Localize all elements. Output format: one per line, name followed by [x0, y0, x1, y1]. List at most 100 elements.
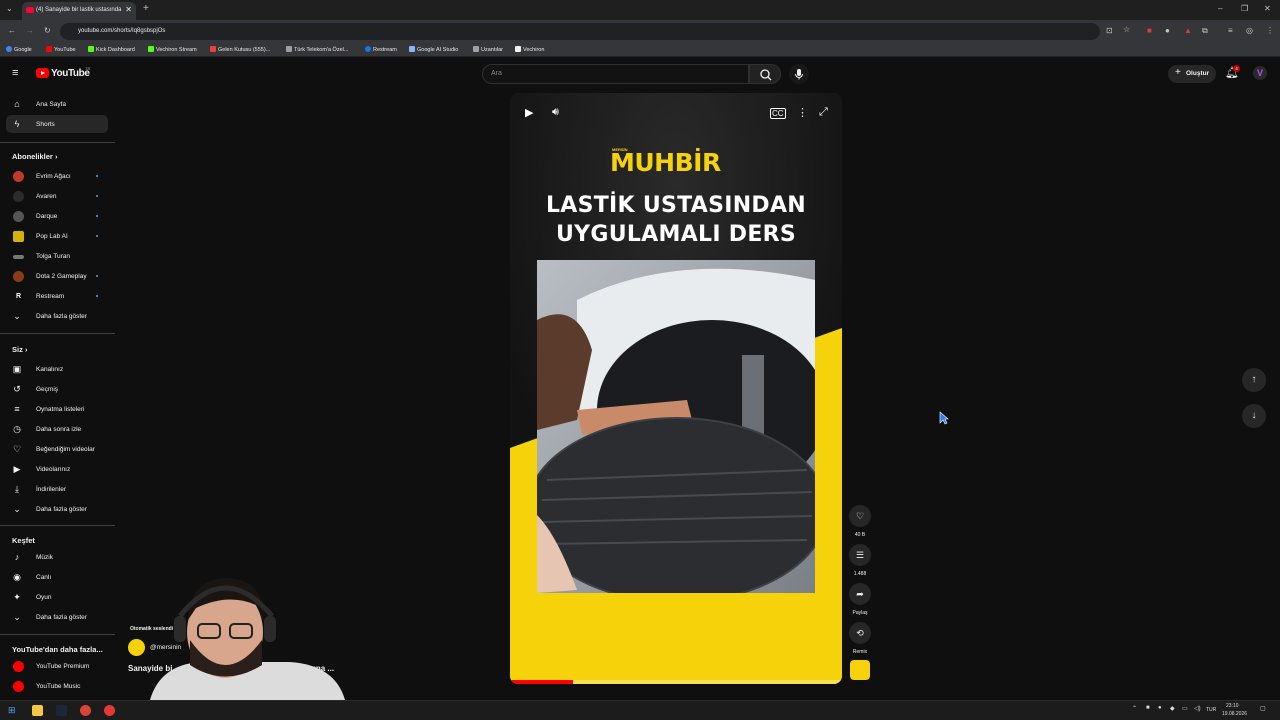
bookmark-item[interactable]: Google AI Studio: [409, 46, 458, 53]
bookmark-item[interactable]: Google: [6, 46, 32, 53]
file-explorer-icon[interactable]: [32, 705, 43, 716]
play-icon[interactable]: ▶: [525, 106, 533, 119]
chevron-down-icon: ⌄: [13, 504, 21, 514]
youtube-logo-text[interactable]: YouTube: [51, 68, 90, 79]
previous-short-button[interactable]: ↑: [1242, 368, 1266, 392]
more-options-icon[interactable]: ⋮: [797, 106, 808, 119]
chrome-icon[interactable]: [80, 705, 91, 716]
tray-app-icon[interactable]: ◆: [1170, 705, 1175, 712]
voice-search-button[interactable]: [789, 64, 809, 84]
like-button[interactable]: ♡: [849, 505, 871, 527]
logo-region-label: TR: [85, 66, 91, 71]
share-button[interactable]: ➦: [849, 583, 871, 605]
bookmark-item[interactable]: Vechiron Stream: [148, 46, 197, 53]
volume-icon[interactable]: 🔊︎: [552, 106, 559, 119]
extension-icon[interactable]: ▲: [1184, 26, 1192, 35]
minimize-icon[interactable]: –: [1218, 4, 1222, 13]
sidebar-item-home[interactable]: ⌂ Ana Sayfa: [6, 95, 108, 113]
reload-icon[interactable]: ↻: [44, 26, 51, 35]
bookmark-item[interactable]: Uzantılar: [473, 46, 503, 53]
bookmark-item[interactable]: Restream: [365, 46, 397, 53]
hamburger-menu-icon[interactable]: ≡: [12, 67, 18, 79]
tab-list-icon[interactable]: ⌄: [6, 4, 13, 13]
bookmark-item[interactable]: Vechiron: [515, 46, 544, 53]
install-app-icon[interactable]: ⊡: [1106, 26, 1113, 35]
sidebar-item-gaming[interactable]: ✦ Oyun: [6, 588, 108, 606]
obs-icon[interactable]: [104, 705, 115, 716]
next-short-button[interactable]: ↓: [1242, 404, 1266, 428]
sidebar-item-your-channel[interactable]: ▣ Kanalınız: [6, 360, 108, 378]
network-icon[interactable]: ▭: [1182, 705, 1188, 712]
show-more-explore[interactable]: ⌄ Daha fazla göster: [6, 608, 108, 626]
notification-center-icon[interactable]: ▢: [1260, 705, 1266, 712]
sidebar-item-subscription[interactable]: Pop Lab AI: [6, 227, 108, 245]
tray-app-icon[interactable]: ●: [1158, 705, 1162, 711]
tray-app-icon[interactable]: ■: [1146, 705, 1150, 711]
extension-icon[interactable]: ●: [1165, 26, 1170, 35]
close-tab-icon[interactable]: ✕: [125, 5, 132, 14]
subscriptions-heading[interactable]: Abonelikler ›: [12, 152, 57, 161]
chrome-menu-icon[interactable]: ⋮: [1266, 26, 1274, 35]
sidebar-item-liked-videos[interactable]: ♡ Beğendiğim videolar: [6, 440, 108, 458]
sidebar-item-subscription[interactable]: Evrim Ağacı: [6, 167, 108, 185]
show-more-you[interactable]: ⌄ Daha fazla göster: [6, 500, 108, 518]
close-window-icon[interactable]: ✕: [1264, 4, 1271, 13]
shorts-player[interactable]: MERSİN MUHBİR LASTİK USTASINDAN UYGULAMA…: [510, 93, 842, 684]
media-icon[interactable]: ≡: [1228, 26, 1233, 35]
sound-thumbnail[interactable]: [850, 660, 870, 680]
channel-avatar: [13, 171, 24, 182]
divider: [0, 525, 115, 526]
address-bar[interactable]: youtube.com/shorts/Iq8gsbspjOs: [60, 23, 1100, 40]
bookmark-item[interactable]: YouTube: [46, 46, 76, 53]
comment-count: 1.488: [853, 571, 867, 577]
new-tab-icon[interactable]: +: [143, 3, 149, 14]
tray-overflow-icon[interactable]: ⌃: [1132, 705, 1137, 712]
bookmark-item[interactable]: Kick Dashboard: [88, 46, 135, 53]
bookmark-star-icon[interactable]: ☆: [1123, 25, 1130, 34]
sidebar-item-history[interactable]: ↺ Geçmiş: [6, 380, 108, 398]
volume-tray-icon[interactable]: ◁): [1194, 705, 1201, 712]
channel-avatar[interactable]: [128, 639, 145, 656]
create-button[interactable]: + Oluştur: [1168, 65, 1216, 83]
remix-button[interactable]: ⟲: [849, 622, 871, 644]
sidebar-item-playlists[interactable]: ≡ Oynatma listeleri: [6, 400, 108, 418]
clock-date[interactable]: 19.08.2026: [1222, 711, 1247, 717]
language-indicator[interactable]: TUR: [1206, 707, 1216, 713]
back-icon[interactable]: ←: [8, 26, 16, 35]
show-more-subscriptions[interactable]: ⌄ Daha fazla göster: [6, 307, 108, 325]
sidebar-item-subscription[interactable]: Dota 2 Gameplay: [6, 267, 108, 285]
search-button[interactable]: [749, 64, 781, 84]
sidebar-item-watch-later[interactable]: ◷ Daha sonra izle: [6, 420, 108, 438]
maximize-icon[interactable]: ❐: [1241, 4, 1248, 13]
steam-icon[interactable]: [56, 705, 67, 716]
search-input[interactable]: Ara: [482, 64, 749, 84]
sidebar-item-downloads[interactable]: ⤓ İndirilenler: [6, 480, 108, 498]
sidebar-item-subscription[interactable]: Avaren: [6, 187, 108, 205]
bookmark-item[interactable]: Türk Telekom'a Özel...: [286, 46, 348, 53]
captions-icon[interactable]: CC: [770, 108, 786, 119]
video-frame-image: [537, 260, 815, 593]
sidebar-item-youtube-music[interactable]: YouTube Music: [6, 677, 108, 695]
sidebar-item-subscription[interactable]: R Restream: [6, 287, 108, 305]
youtube-logo-icon[interactable]: [36, 68, 49, 78]
sidebar-item-shorts[interactable]: ϟ Shorts: [6, 115, 108, 133]
bookmark-item[interactable]: Gelen Kutusu (555)...: [210, 46, 270, 53]
video-progress-bar[interactable]: [510, 680, 842, 684]
sidebar-item-your-videos[interactable]: ▶ Videolarınız: [6, 460, 108, 478]
sidebar-item-music[interactable]: ♪ Müzik: [6, 548, 108, 566]
fullscreen-icon[interactable]: ⤢: [819, 106, 828, 119]
profile-icon[interactable]: ◎: [1246, 26, 1253, 35]
clock-time[interactable]: 23:10: [1226, 703, 1239, 709]
browser-tab[interactable]: (4) Sanayide bir lastik ustasında ✕: [22, 2, 136, 20]
sidebar-item-live[interactable]: ◉ Canlı: [6, 568, 108, 586]
you-heading[interactable]: Siz ›: [12, 345, 27, 354]
sidebar-item-subscription[interactable]: Tolga Turan: [6, 247, 108, 265]
forward-icon[interactable]: →: [26, 26, 34, 35]
sidebar-item-subscription[interactable]: Darque: [6, 207, 108, 225]
windows-start-icon[interactable]: ⊞: [8, 705, 16, 716]
avatar[interactable]: V: [1253, 66, 1267, 80]
comments-button[interactable]: ☰: [849, 544, 871, 566]
extension-icon[interactable]: ■: [1147, 26, 1152, 35]
extensions-puzzle-icon[interactable]: ⧉: [1202, 26, 1208, 36]
sidebar-item-youtube-premium[interactable]: YouTube Premium: [6, 657, 108, 675]
